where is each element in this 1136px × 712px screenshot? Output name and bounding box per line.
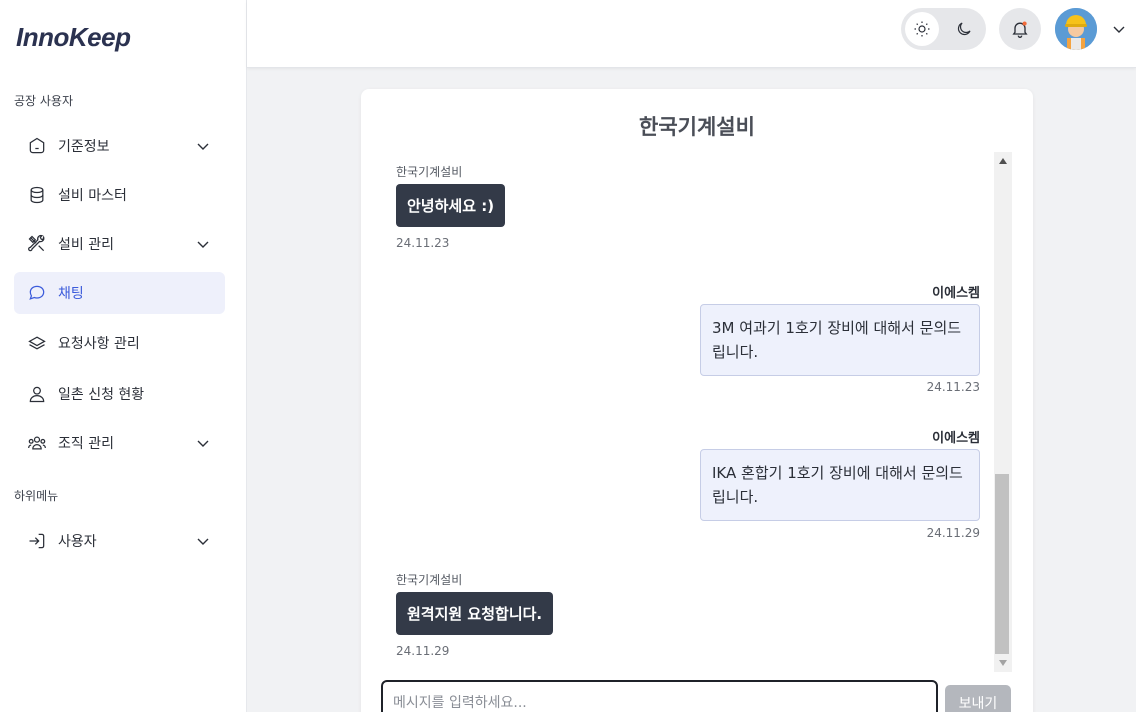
- chat-title: 한국기계설비: [639, 115, 755, 139]
- scroll-up-arrow-icon[interactable]: [994, 152, 1012, 170]
- chevron-down-icon[interactable]: [1111, 21, 1127, 37]
- scroll-thumb[interactable]: [995, 474, 1009, 654]
- message-date: 24.11.23: [926, 380, 980, 394]
- app-logo[interactable]: InnoKeep: [16, 22, 131, 53]
- message-date: 24.11.23: [396, 236, 450, 250]
- layers-icon: [26, 332, 48, 354]
- sidebar: InnoKeep 공장 사용자 기준정보 설비 마스터 설비 관리 채팅 요청사…: [0, 0, 247, 712]
- avatar[interactable]: [1055, 8, 1097, 50]
- message-scrollbar[interactable]: [994, 152, 1012, 672]
- sidebar-item-users[interactable]: 사용자: [14, 520, 225, 562]
- message-bubble: 원격지원 요청합니다.: [396, 592, 554, 635]
- sidebar-item-equipment-master[interactable]: 설비 마스터: [14, 174, 225, 216]
- sidebar-item-label: 조직 관리: [58, 436, 114, 452]
- sidebar-item-equipment-management[interactable]: 설비 관리: [14, 223, 225, 265]
- sun-icon[interactable]: [905, 12, 939, 46]
- user-icon: [26, 383, 48, 405]
- chat-panel: 한국기계설비 한국기계설비 안녕하세요 :) 24.11.23 이에스켐 3M …: [361, 89, 1033, 712]
- chevron-down-icon: [197, 440, 209, 447]
- top-header: [247, 0, 1136, 68]
- message-date: 24.11.29: [926, 526, 980, 540]
- sidebar-item-base-info[interactable]: 기준정보: [14, 125, 225, 167]
- sidebar-item-label: 채팅: [58, 286, 84, 302]
- sidebar-item-label: 일촌 신청 현황: [58, 387, 145, 403]
- sidebar-item-label: 기준정보: [58, 139, 110, 155]
- sidebar-item-chat[interactable]: 채팅: [14, 272, 225, 314]
- message-list: 한국기계설비 안녕하세요 :) 24.11.23 이에스켐 3M 여과기 1호기…: [381, 151, 1013, 671]
- chevron-down-icon: [197, 538, 209, 545]
- message-sender: 이에스켐: [932, 431, 980, 446]
- section-label-factory: 공장 사용자: [14, 94, 74, 108]
- sidebar-item-label: 사용자: [58, 534, 97, 550]
- chat-icon: [26, 282, 48, 304]
- sidebar-item-requests[interactable]: 요청사항 관리: [14, 322, 225, 364]
- chevron-down-icon: [197, 241, 209, 248]
- message-sender: 이에스켐: [932, 286, 980, 301]
- message-bubble: 안녕하세요 :): [396, 184, 506, 227]
- sidebar-item-label: 요청사항 관리: [58, 336, 140, 352]
- sidebar-item-ilchon-requests[interactable]: 일촌 신청 현황: [14, 373, 225, 415]
- bell-icon[interactable]: [999, 8, 1041, 50]
- scroll-down-arrow-icon[interactable]: [994, 654, 1012, 672]
- section-label-submenu: 하위메뉴: [14, 489, 59, 503]
- chevron-down-icon: [197, 143, 209, 150]
- sidebar-item-label: 설비 관리: [58, 237, 114, 253]
- tools-icon: [26, 233, 48, 255]
- sidebar-item-organization[interactable]: 조직 관리: [14, 422, 225, 464]
- base-info-icon: [26, 135, 48, 157]
- theme-toggle[interactable]: [901, 8, 986, 50]
- moon-icon[interactable]: [947, 12, 981, 46]
- login-icon: [26, 530, 48, 552]
- send-button[interactable]: 보내기: [945, 685, 1011, 712]
- message-input[interactable]: [381, 680, 938, 712]
- database-icon: [26, 184, 48, 206]
- message-date: 24.11.29: [396, 644, 450, 658]
- group-icon: [26, 432, 48, 454]
- message-bubble: IKA 혼합기 1호기 장비에 대해서 문의드립니다.: [700, 449, 980, 521]
- message-bubble: 3M 여과기 1호기 장비에 대해서 문의드립니다.: [700, 304, 980, 376]
- sidebar-item-label: 설비 마스터: [58, 188, 127, 204]
- message-sender: 한국기계설비: [396, 165, 463, 179]
- message-sender: 한국기계설비: [396, 573, 463, 587]
